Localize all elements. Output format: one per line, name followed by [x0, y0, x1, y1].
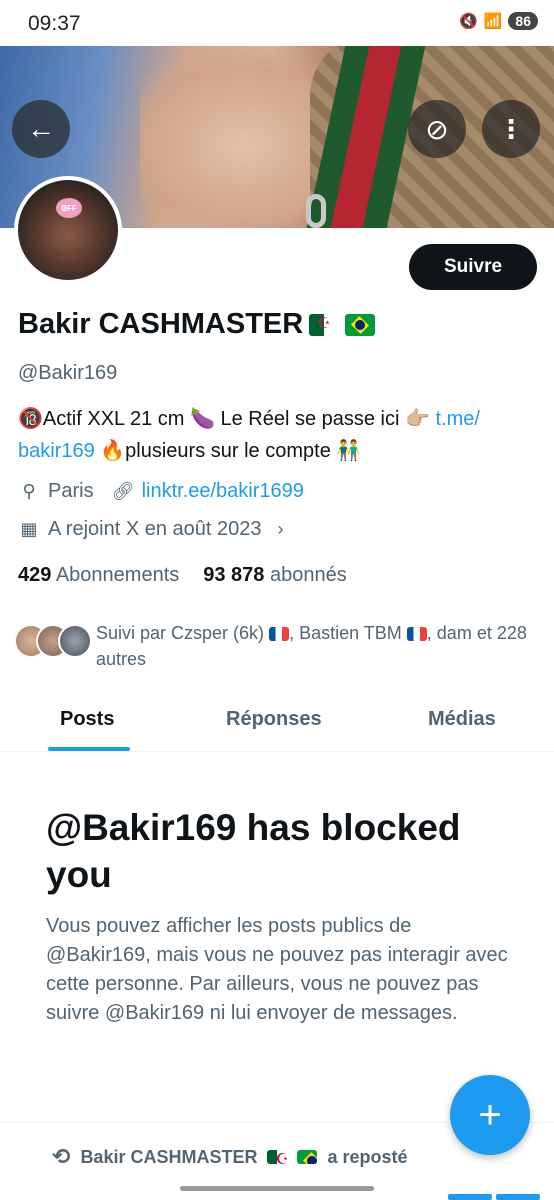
profile-tabs: Posts Réponses Médias: [0, 692, 554, 752]
repost-row: ⟲ Bakir CASHMASTER a reposté: [52, 1144, 408, 1170]
repost-name[interactable]: Bakir CASHMASTER: [80, 1147, 257, 1168]
tab-media[interactable]: Médias: [428, 708, 496, 731]
following-count: 429: [18, 564, 52, 586]
repost-suffix: a reposté: [327, 1146, 408, 1167]
france-flag-icon: [406, 627, 427, 642]
home-indicator[interactable]: [180, 1186, 374, 1191]
location-pin-icon: ⚲: [22, 481, 36, 501]
repost-icon: ⟲: [52, 1144, 71, 1169]
profile-handle: @Bakir169: [18, 362, 118, 384]
mute-icon: 🔇: [459, 13, 478, 30]
followed-by-mid: , Bastien TBM: [289, 623, 402, 643]
avatar-image: BFF: [18, 180, 118, 280]
followers-label: abonnés: [269, 564, 347, 586]
post-preview-chip: [496, 1194, 540, 1200]
france-flag-icon: [269, 627, 290, 642]
status-time: 09:37: [28, 12, 81, 35]
followers-count-link[interactable]: 93 878 abonnés: [203, 564, 346, 587]
brazil-flag-icon: [345, 313, 376, 336]
following-count-link[interactable]: 429 Abonnements: [18, 564, 179, 587]
more-vertical-icon: ⋮: [498, 113, 524, 144]
algeria-flag-icon: [309, 313, 340, 336]
grok-icon: ⊘: [425, 113, 449, 145]
back-arrow-icon: ←: [27, 113, 55, 144]
more-options-button[interactable]: ⋮: [482, 100, 540, 158]
avatar-heart-sticker: BFF: [56, 198, 82, 218]
post-preview-chip: [448, 1194, 492, 1200]
algeria-flag-icon: [267, 1150, 288, 1164]
follow-button[interactable]: Suivre: [409, 244, 537, 290]
plus-icon: +: [478, 1092, 502, 1137]
followed-by-prefix: Suivi par Czsper (6k): [96, 623, 265, 643]
tab-posts[interactable]: Posts: [60, 708, 114, 731]
tab-replies[interactable]: Réponses: [226, 708, 322, 731]
website-link[interactable]: linktr.ee/bakir1699: [142, 480, 304, 503]
joined-text: A rejoint X en août 2023: [48, 518, 262, 540]
avatar: [58, 624, 92, 658]
avatar[interactable]: BFF: [14, 176, 122, 284]
status-bar: 09:37 🔇 📶 86: [0, 0, 554, 46]
display-name: Bakir CASHMASTER: [18, 308, 304, 340]
profile-meta-row: ⚲ Paris 🔗︎ linktr.ee/bakir1699: [18, 480, 304, 503]
grok-button[interactable]: ⊘: [408, 100, 466, 158]
location-text: Paris: [48, 480, 94, 502]
chevron-right-icon: ›: [277, 519, 284, 539]
banner-ring: [306, 194, 326, 228]
wifi-icon: 📶: [483, 13, 503, 30]
battery-indicator: 86: [508, 12, 538, 30]
followed-by[interactable]: Suivi par Czsper (6k) , Bastien TBM , da…: [14, 620, 536, 672]
followers-count: 93 878: [203, 564, 265, 586]
back-button[interactable]: ←: [12, 100, 70, 158]
profile-name: Bakir CASHMASTER: [18, 308, 376, 341]
followed-by-avatars: [14, 620, 92, 660]
blocked-body: Vous pouvez afficher les posts publics d…: [46, 915, 508, 1024]
calendar-icon: ▦: [20, 519, 38, 539]
link-icon: 🔗︎: [111, 481, 135, 501]
bio-text-1: 🔞Actif XXL 21 cm 🍆 Le Réel se passe ici …: [18, 408, 436, 430]
compose-button[interactable]: +: [450, 1075, 530, 1155]
joined-row[interactable]: ▦ A rejoint X en août 2023 ›: [18, 518, 292, 541]
following-label: Abonnements: [55, 564, 180, 586]
active-tab-indicator: [48, 747, 130, 751]
profile-bio: 🔞Actif XXL 21 cm 🍆 Le Réel se passe ici …: [18, 403, 538, 467]
status-icons: 🔇 📶 86: [459, 12, 538, 30]
follow-counts: 429 Abonnements 93 878 abonnés: [18, 564, 347, 587]
blocked-title: @Bakir169 has blocked you: [46, 807, 461, 895]
followed-by-text: Suivi par Czsper (6k) , Bastien TBM , da…: [96, 620, 536, 672]
bio-text-2: 🔥plusieurs sur le compte 👬: [94, 440, 362, 462]
brazil-flag-icon: [297, 1150, 318, 1164]
